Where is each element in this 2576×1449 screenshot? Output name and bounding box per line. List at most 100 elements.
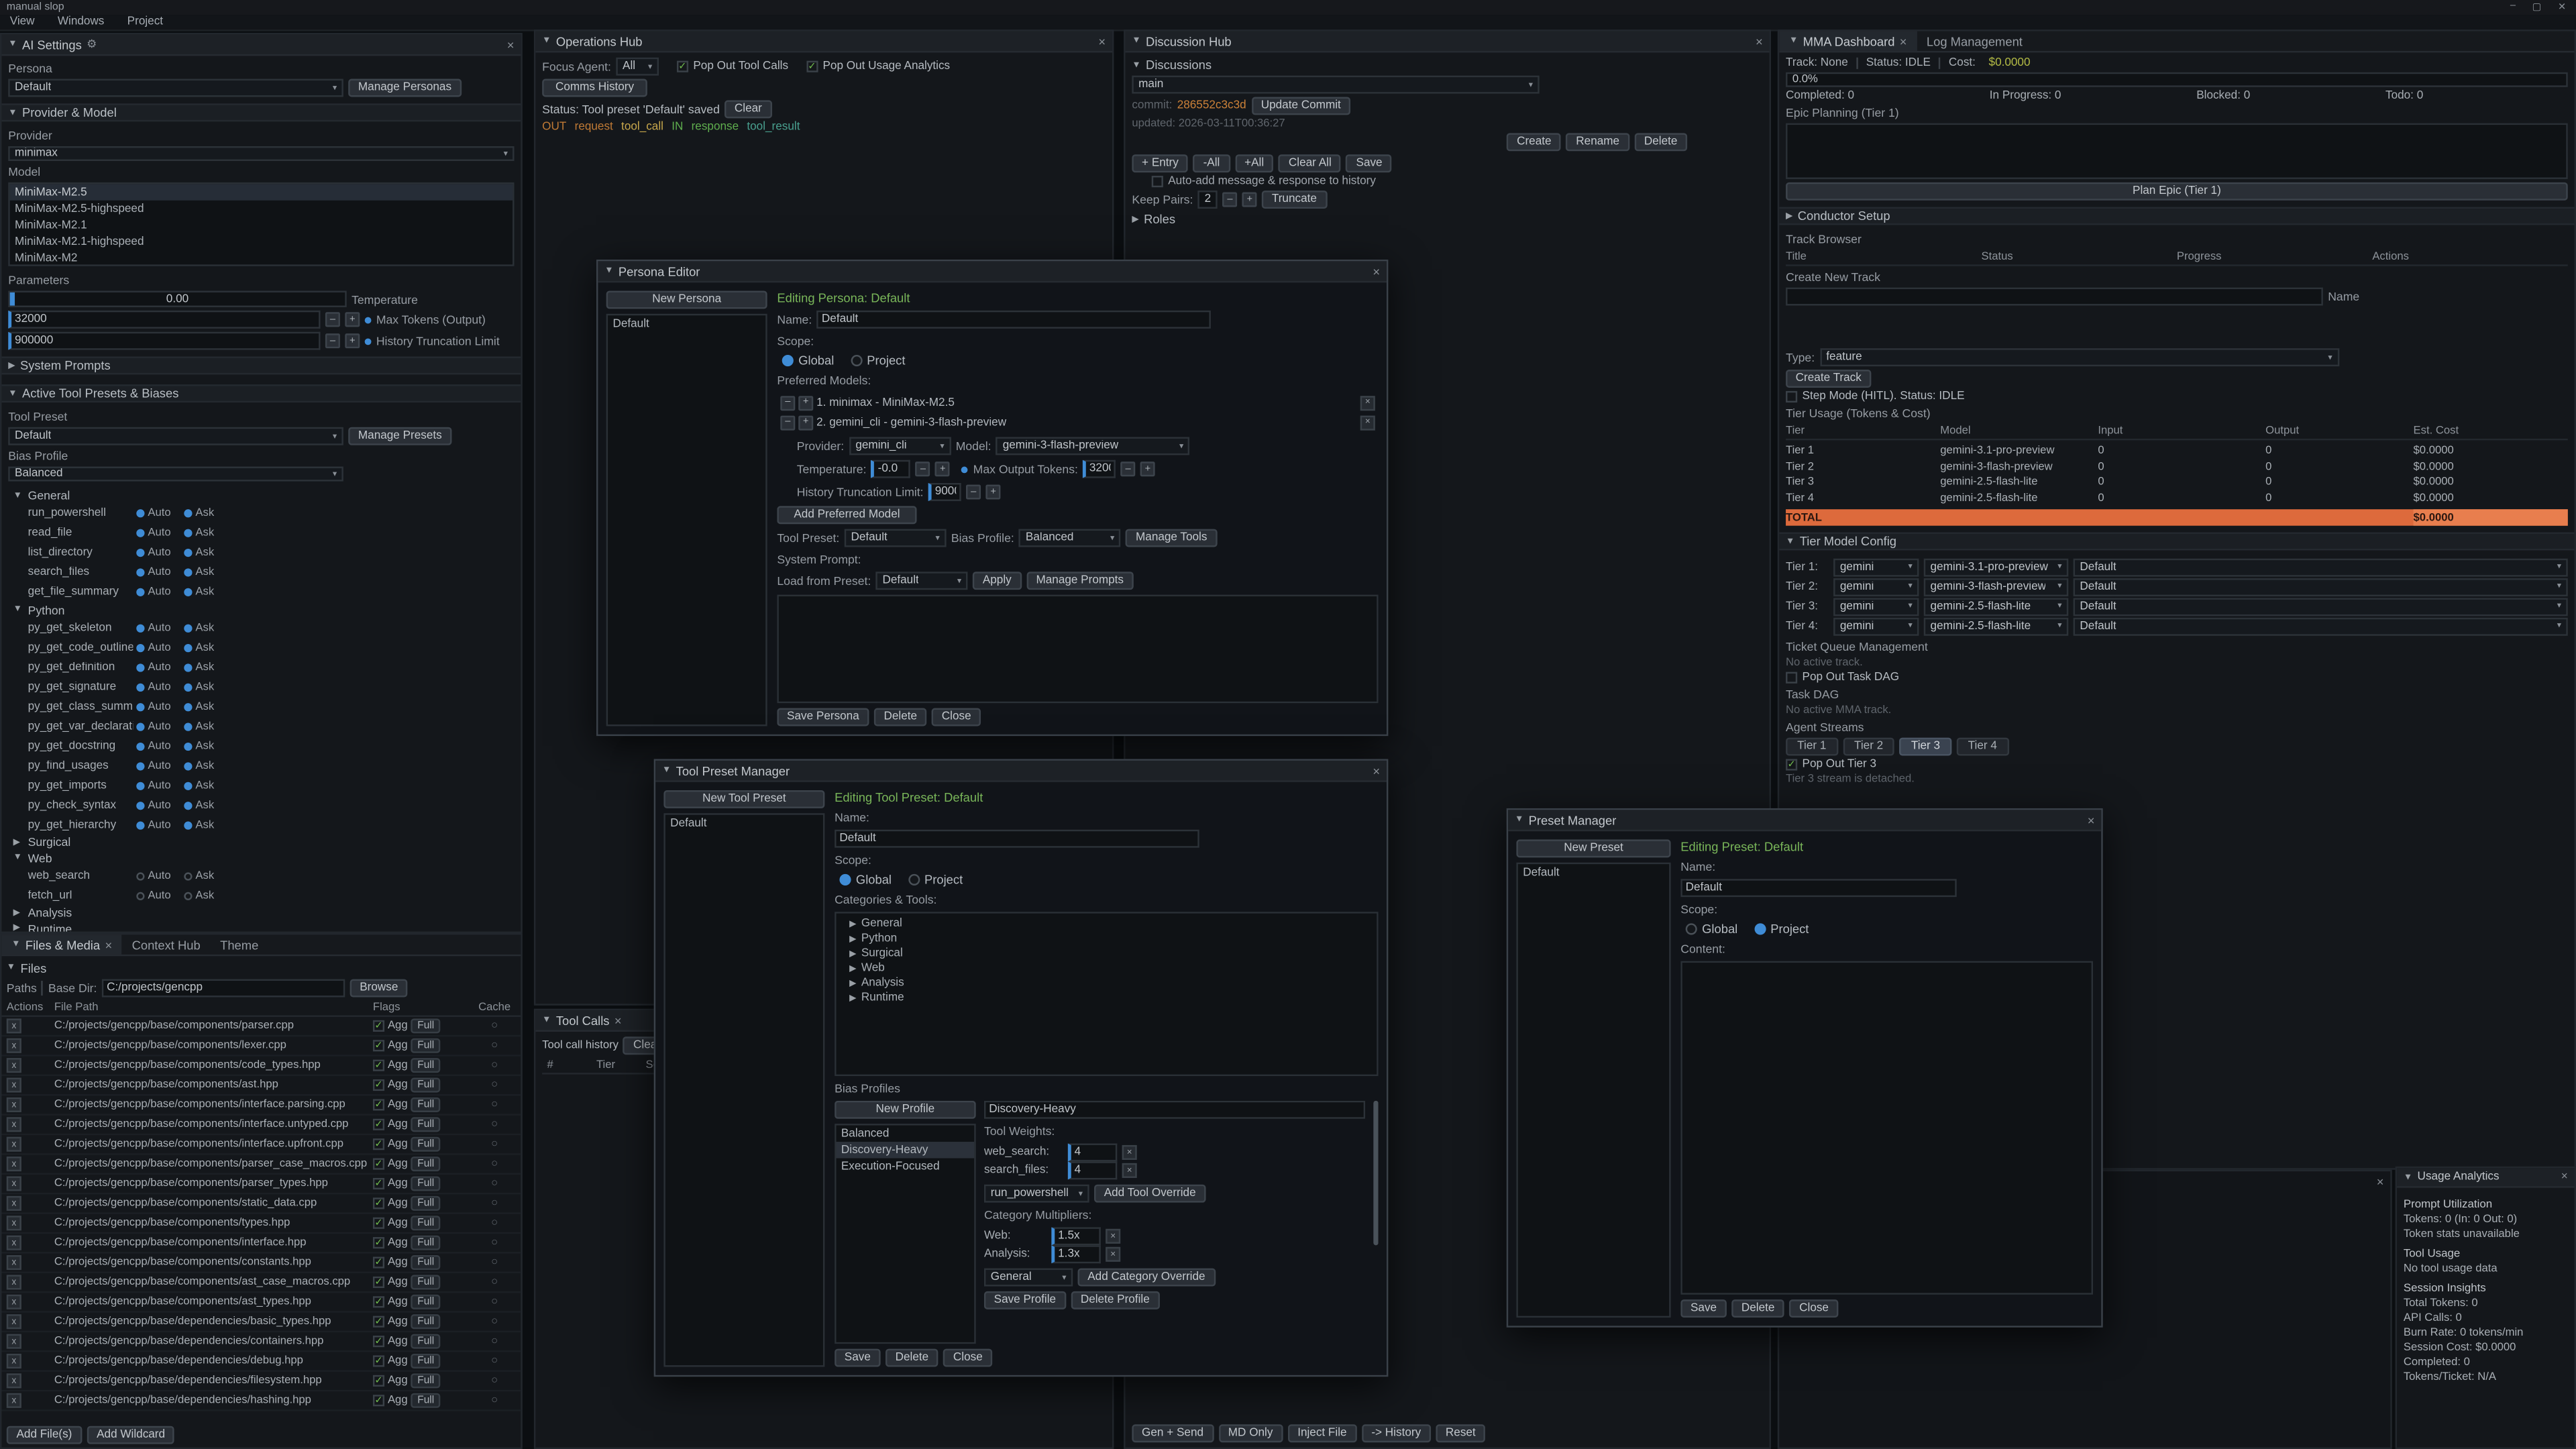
agg-checkbox[interactable]: ✓ <box>373 1079 384 1091</box>
remove-file-button[interactable]: x <box>7 1058 21 1073</box>
tool-row[interactable]: list_directory Auto Ask <box>8 543 514 562</box>
file-row[interactable]: x C:/projects/gencpp/base/components/ast… <box>1 1273 521 1293</box>
close-icon[interactable]: ✕ <box>2558 1 2566 13</box>
provider-model-section[interactable]: ▼ Provider & Model <box>1 103 521 121</box>
close-panel-icon[interactable]: × <box>2561 1171 2568 1183</box>
caret-down-icon[interactable]: ▼ <box>542 1015 551 1025</box>
plan-epic-button[interactable]: Plan Epic (Tier 1) <box>1786 182 2568 201</box>
tool-row[interactable]: py_get_definition Auto Ask <box>8 657 514 677</box>
tool-row[interactable]: py_get_docstring Auto Ask <box>8 736 514 755</box>
discussion-manage-button[interactable]: Rename <box>1566 133 1629 151</box>
ask-toggle[interactable]: Ask <box>184 586 228 598</box>
move-up-button[interactable]: + <box>798 395 813 410</box>
tier-usage-row[interactable]: Tier 3 gemini-2.5-flash-lite 0 0 $0.0000 <box>1786 475 2568 490</box>
pop-out-usage-checkbox[interactable]: ✓ <box>806 61 818 72</box>
file-row[interactable]: x C:/projects/gencpp/base/components/par… <box>1 1017 521 1036</box>
preset-content-textarea[interactable] <box>1680 961 2093 1295</box>
file-row[interactable]: x C:/projects/gencpp/base/components/ast… <box>1 1076 521 1095</box>
move-up-button[interactable]: + <box>798 415 813 429</box>
save-tool-preset-button[interactable]: Save <box>835 1349 880 1367</box>
tool-row[interactable]: py_get_hierarchy Auto Ask <box>8 815 514 835</box>
category-node[interactable]: ▶ Web <box>837 961 1377 976</box>
remove-file-button[interactable]: x <box>7 1038 21 1053</box>
move-down-button[interactable]: – <box>780 415 795 429</box>
discussion-action-button[interactable]: MD Only <box>1218 1424 1283 1442</box>
tier-model-select[interactable]: gemini-3.1-pro-preview ▾ <box>1924 557 2069 576</box>
discussion-action-button[interactable]: Inject File <box>1288 1424 1357 1442</box>
decrement-button[interactable]: – <box>325 333 340 348</box>
remove-file-button[interactable]: x <box>7 1176 21 1191</box>
tool-row[interactable]: ▶ Runtime Auto Ask <box>8 921 514 932</box>
close-panel-icon[interactable]: × <box>614 1013 622 1028</box>
full-flag-button[interactable]: Full <box>411 1236 440 1250</box>
tab-files-media[interactable]: ▼ Files & Media × <box>1 934 121 954</box>
truncate-button[interactable]: Truncate <box>1262 191 1326 209</box>
agg-checkbox[interactable]: ✓ <box>373 1256 384 1268</box>
agg-checkbox[interactable]: ✓ <box>373 1020 384 1032</box>
full-flag-button[interactable]: Full <box>411 1078 440 1093</box>
scope-project-option[interactable]: Project <box>851 354 906 368</box>
preferred-model-row[interactable]: – + 1. minimax - MiniMax-M2.5 × <box>777 392 1378 412</box>
decrement-button[interactable]: – <box>325 312 340 327</box>
remove-weight-button[interactable]: × <box>1122 1145 1137 1160</box>
caret-down-icon[interactable]: ▼ <box>662 765 671 775</box>
step-mode-checkbox[interactable] <box>1786 391 1797 402</box>
browse-button[interactable]: Browse <box>350 979 409 998</box>
manage-prompts-button[interactable]: Manage Prompts <box>1026 572 1134 590</box>
close-tab-icon[interactable]: × <box>1900 34 1907 48</box>
tab-mma-dashboard[interactable]: ▼ MMA Dashboard × <box>1779 32 1917 51</box>
agg-checkbox[interactable]: ✓ <box>373 1218 384 1229</box>
full-flag-button[interactable]: Full <box>411 1255 440 1270</box>
close-dialog-icon[interactable]: × <box>1373 264 1380 278</box>
preferred-model-select[interactable]: gemini-3-flash-preview ▾ <box>996 437 1190 455</box>
file-row[interactable]: x C:/projects/gencpp/base/components/int… <box>1 1116 521 1135</box>
agg-checkbox[interactable]: ✓ <box>373 1316 384 1328</box>
multiplier-input[interactable] <box>1051 1245 1100 1263</box>
bias-profile-item[interactable]: Balanced <box>837 1126 975 1142</box>
discussion-manage-button[interactable]: Create <box>1507 133 1561 151</box>
caret-down-icon[interactable]: ▼ <box>1132 60 1140 70</box>
remove-file-button[interactable]: x <box>7 1255 21 1270</box>
discussion-entry-button[interactable]: + Entry <box>1132 154 1188 172</box>
agg-checkbox[interactable]: ✓ <box>373 1336 384 1347</box>
file-row[interactable]: x C:/projects/gencpp/base/components/lex… <box>1 1036 521 1056</box>
create-track-button[interactable]: Create Track <box>1786 370 1871 388</box>
menu-item[interactable]: View <box>10 16 35 28</box>
agg-checkbox[interactable]: ✓ <box>373 1395 384 1406</box>
tool-row[interactable]: py_get_signature Auto Ask <box>8 677 514 696</box>
ask-toggle[interactable]: Ask <box>184 870 228 881</box>
scope-project-option[interactable]: Project <box>908 872 963 887</box>
profile-name-input[interactable] <box>984 1101 1365 1119</box>
full-flag-button[interactable]: Full <box>411 1334 440 1349</box>
track-type-select[interactable]: feature ▾ <box>1819 348 2339 366</box>
agg-checkbox[interactable]: ✓ <box>373 1138 384 1150</box>
discussion-action-button[interactable]: -> History <box>1362 1424 1431 1442</box>
menu-item[interactable]: Project <box>127 16 163 28</box>
ask-toggle[interactable]: Ask <box>184 720 228 732</box>
system-prompts-section[interactable]: ▶ System Prompts <box>1 356 521 374</box>
caret-down-icon[interactable]: ▼ <box>8 40 17 50</box>
agg-checkbox[interactable]: ✓ <box>373 1197 384 1209</box>
pop-out-task-dag-checkbox[interactable] <box>1786 672 1797 684</box>
full-flag-button[interactable]: Full <box>411 1176 440 1191</box>
remove-file-button[interactable]: x <box>7 1137 21 1152</box>
preferred-model-row[interactable]: – + 2. gemini_cli - gemini-3-flash-previ… <box>777 413 1378 432</box>
tier-stream-tab[interactable]: Tier 4 <box>1957 738 2008 756</box>
add-tool-override-button[interactable]: Add Tool Override <box>1094 1185 1205 1203</box>
auto-toggle[interactable]: Auto <box>136 622 180 633</box>
category-node[interactable]: ▶ Analysis <box>837 976 1377 991</box>
close-panel-icon[interactable]: × <box>1098 34 1106 48</box>
category-node[interactable]: ▶ Python <box>837 932 1377 947</box>
ask-toggle[interactable]: Ask <box>184 700 228 712</box>
increment-button[interactable]: + <box>1140 462 1155 476</box>
auto-toggle[interactable]: Auto <box>136 780 180 791</box>
history-limit-input[interactable] <box>8 332 320 350</box>
full-flag-button[interactable]: Full <box>411 1196 440 1211</box>
remove-file-button[interactable]: x <box>7 1018 21 1033</box>
full-flag-button[interactable]: Full <box>411 1314 440 1329</box>
remove-file-button[interactable]: x <box>7 1196 21 1211</box>
full-flag-button[interactable]: Full <box>411 1038 440 1053</box>
tier-provider-select[interactable]: gemini ▾ <box>1833 578 1919 596</box>
temperature-input[interactable] <box>871 460 911 478</box>
temperature-slider[interactable]: 0.00 <box>8 290 346 307</box>
